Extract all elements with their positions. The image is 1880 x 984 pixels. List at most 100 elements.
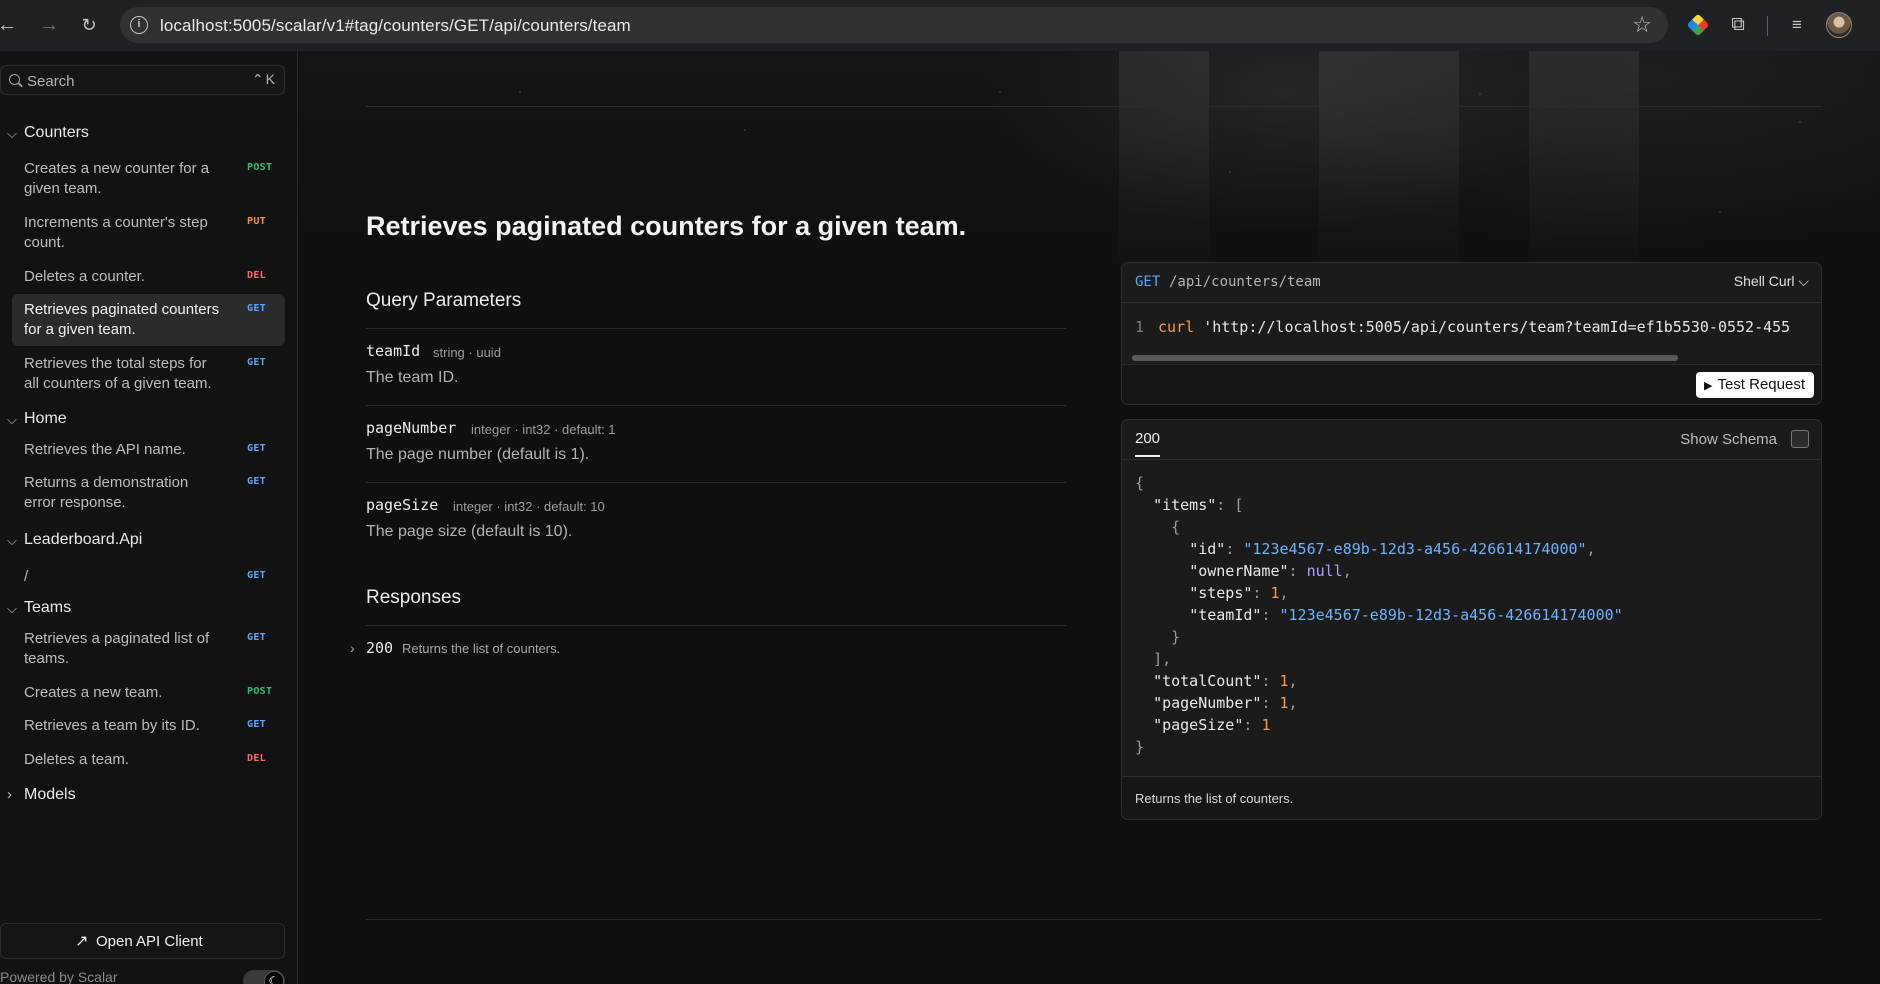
- bookmark-star-icon[interactable]: ☆: [1632, 12, 1652, 38]
- toolbar-divider: [1767, 16, 1768, 36]
- address-bar[interactable]: i localhost:5005/scalar/v1#tag/counters/…: [120, 7, 1668, 43]
- json-value: "123e4567-e89b-12d3-a456-426614174000": [1279, 606, 1623, 624]
- show-schema-checkbox[interactable]: [1791, 430, 1809, 448]
- sidebar-item[interactable]: Retrieves the API name. GET: [12, 434, 285, 466]
- json-key: "id": [1189, 540, 1226, 558]
- background-streak: [1319, 51, 1459, 281]
- json-punctuation: :: [1261, 606, 1280, 624]
- sidebar-item-active[interactable]: Retrieves paginated counters for a given…: [12, 294, 285, 346]
- divider: [366, 482, 1066, 483]
- json-key: "totalCount": [1153, 672, 1262, 690]
- forward-arrow-icon[interactable]: →: [38, 12, 60, 38]
- url-text[interactable]: localhost:5005/scalar/v1#tag/counters/GE…: [160, 16, 631, 36]
- json-punctuation: :: [1243, 716, 1262, 734]
- media-queue-icon[interactable]: ≡: [1784, 12, 1810, 38]
- chevron-down-icon: ⌵: [7, 601, 17, 616]
- sidebar-item[interactable]: Increments a counter's step count. PUT: [12, 207, 285, 259]
- sidebar-item-label: Retrieves a team by its ID.: [24, 717, 200, 734]
- sidebar-item-label: Creates a new team.: [24, 684, 163, 701]
- param-meta: string · uuid: [433, 345, 501, 360]
- json-key: "pageNumber": [1153, 694, 1262, 712]
- response-card-footer: Returns the list of counters.: [1122, 776, 1821, 819]
- profile-avatar[interactable]: [1826, 12, 1852, 38]
- json-punctuation: : [: [1216, 496, 1244, 514]
- param-description: The page size (default is 10).: [366, 523, 573, 540]
- response-code[interactable]: 200: [366, 639, 393, 657]
- language-select-label: Shell Curl: [1733, 273, 1795, 289]
- sidebar-group-counters[interactable]: ⌵ Counters: [0, 122, 285, 146]
- sidebar-group-teams[interactable]: ⌵ Teams: [0, 597, 285, 621]
- json-punctuation: {: [1135, 474, 1145, 492]
- site-info-icon[interactable]: i: [130, 16, 148, 34]
- json-punctuation: {: [1171, 518, 1181, 536]
- response-footer-text: Returns the list of counters.: [1135, 791, 1294, 806]
- method-badge: GET: [247, 632, 266, 643]
- open-api-client-button[interactable]: ↗ Open API Client: [0, 923, 285, 959]
- request-example-card: GET /api/counters/team Shell Curl ⌵ 1 cur…: [1121, 262, 1822, 405]
- param-description: The team ID.: [366, 369, 459, 386]
- json-punctuation: }: [1171, 628, 1181, 646]
- chevron-right-icon[interactable]: ›: [350, 640, 355, 656]
- sidebar-item[interactable]: Retrieves the total steps for all counte…: [12, 348, 285, 400]
- sidebar: Search ⌃K ⌵ Counters Creates a new count…: [0, 51, 298, 984]
- main-content: Retrieves paginated counters for a given…: [299, 51, 1880, 984]
- sidebar-group-label: Models: [24, 786, 76, 803]
- dark-mode-toggle[interactable]: ☾: [243, 970, 285, 984]
- param-name: teamId: [366, 342, 421, 360]
- background-dot: [999, 91, 1001, 93]
- json-key: "items": [1153, 496, 1217, 514]
- request-card-footer: ▶ Test Request: [1122, 364, 1821, 404]
- sidebar-item[interactable]: Deletes a team. DEL: [12, 744, 285, 776]
- code-keyword: curl: [1158, 318, 1195, 336]
- sidebar-item-label: Deletes a counter.: [24, 268, 145, 285]
- sidebar-item[interactable]: Returns a demonstration error response. …: [12, 467, 285, 519]
- json-key: "pageSize": [1153, 716, 1244, 734]
- response-card-header: 200 Show Schema: [1122, 420, 1821, 460]
- sidebar-item[interactable]: Retrieves a team by its ID. GET: [12, 710, 285, 742]
- code-line: 1 curl 'http://localhost:5005/api/counter…: [1135, 318, 1790, 336]
- sidebar-item-label: Creates a new counter for a given team.: [24, 160, 210, 197]
- sidebar-item[interactable]: Deletes a counter. DEL: [12, 261, 285, 293]
- language-select[interactable]: Shell Curl ⌵: [1734, 273, 1809, 290]
- request-method: GET: [1135, 274, 1161, 290]
- back-arrow-icon[interactable]: ←: [0, 12, 18, 38]
- param-meta: integer · int32 · default: 10: [453, 499, 605, 514]
- sidebar-item-label: Retrieves paginated counters for a given…: [24, 301, 220, 338]
- chevron-down-icon: ⌵: [1798, 273, 1809, 289]
- reload-icon[interactable]: ↻: [78, 12, 100, 38]
- sidebar-group-leaderboard-api[interactable]: ⌵ Leaderboard.Api: [0, 529, 285, 553]
- extension-color-icon[interactable]: [1686, 13, 1710, 37]
- background-dot: [1479, 93, 1481, 95]
- sidebar-item[interactable]: / GET: [12, 555, 285, 595]
- json-punctuation: ],: [1153, 650, 1172, 668]
- query-parameters-heading: Query Parameters: [366, 290, 522, 311]
- json-punctuation: :: [1261, 672, 1280, 690]
- line-number: 1: [1135, 318, 1145, 336]
- sidebar-item[interactable]: Creates a new team. POST: [12, 677, 285, 709]
- test-request-button[interactable]: ▶ Test Request: [1695, 372, 1814, 398]
- sidebar-group-models[interactable]: › Models: [0, 784, 285, 808]
- json-key: "teamId": [1189, 606, 1262, 624]
- extensions-puzzle-icon[interactable]: ⧉: [1725, 12, 1751, 38]
- method-badge: DEL: [247, 753, 266, 764]
- json-value: 1: [1279, 672, 1289, 690]
- sidebar-item[interactable]: Creates a new counter for a given team. …: [12, 153, 285, 205]
- background-dot: [1799, 121, 1801, 123]
- background-dot: [744, 129, 746, 131]
- search-input[interactable]: Search ⌃K: [0, 65, 285, 95]
- request-path: /api/counters/team: [1169, 274, 1321, 290]
- powered-by-link[interactable]: Powered by Scalar: [0, 969, 118, 984]
- json-punctuation: ,: [1342, 562, 1352, 580]
- horizontal-scrollbar[interactable]: [1132, 355, 1678, 361]
- browser-toolbar: ← → ↻ i localhost:5005/scalar/v1#tag/cou…: [0, 0, 1880, 51]
- sidebar-group-home[interactable]: ⌵ Home: [0, 408, 285, 432]
- tab-200[interactable]: 200: [1135, 430, 1161, 457]
- background-streak: [1529, 51, 1639, 281]
- chevron-right-icon: ›: [7, 786, 12, 803]
- moon-icon: ☾: [264, 971, 284, 984]
- sidebar-item-label: Deletes a team.: [24, 751, 130, 768]
- method-badge: POST: [247, 686, 273, 697]
- json-punctuation: :: [1252, 584, 1271, 602]
- sidebar-item[interactable]: Retrieves a paginated list of teams. GET: [12, 623, 285, 675]
- json-value: 1: [1261, 716, 1271, 734]
